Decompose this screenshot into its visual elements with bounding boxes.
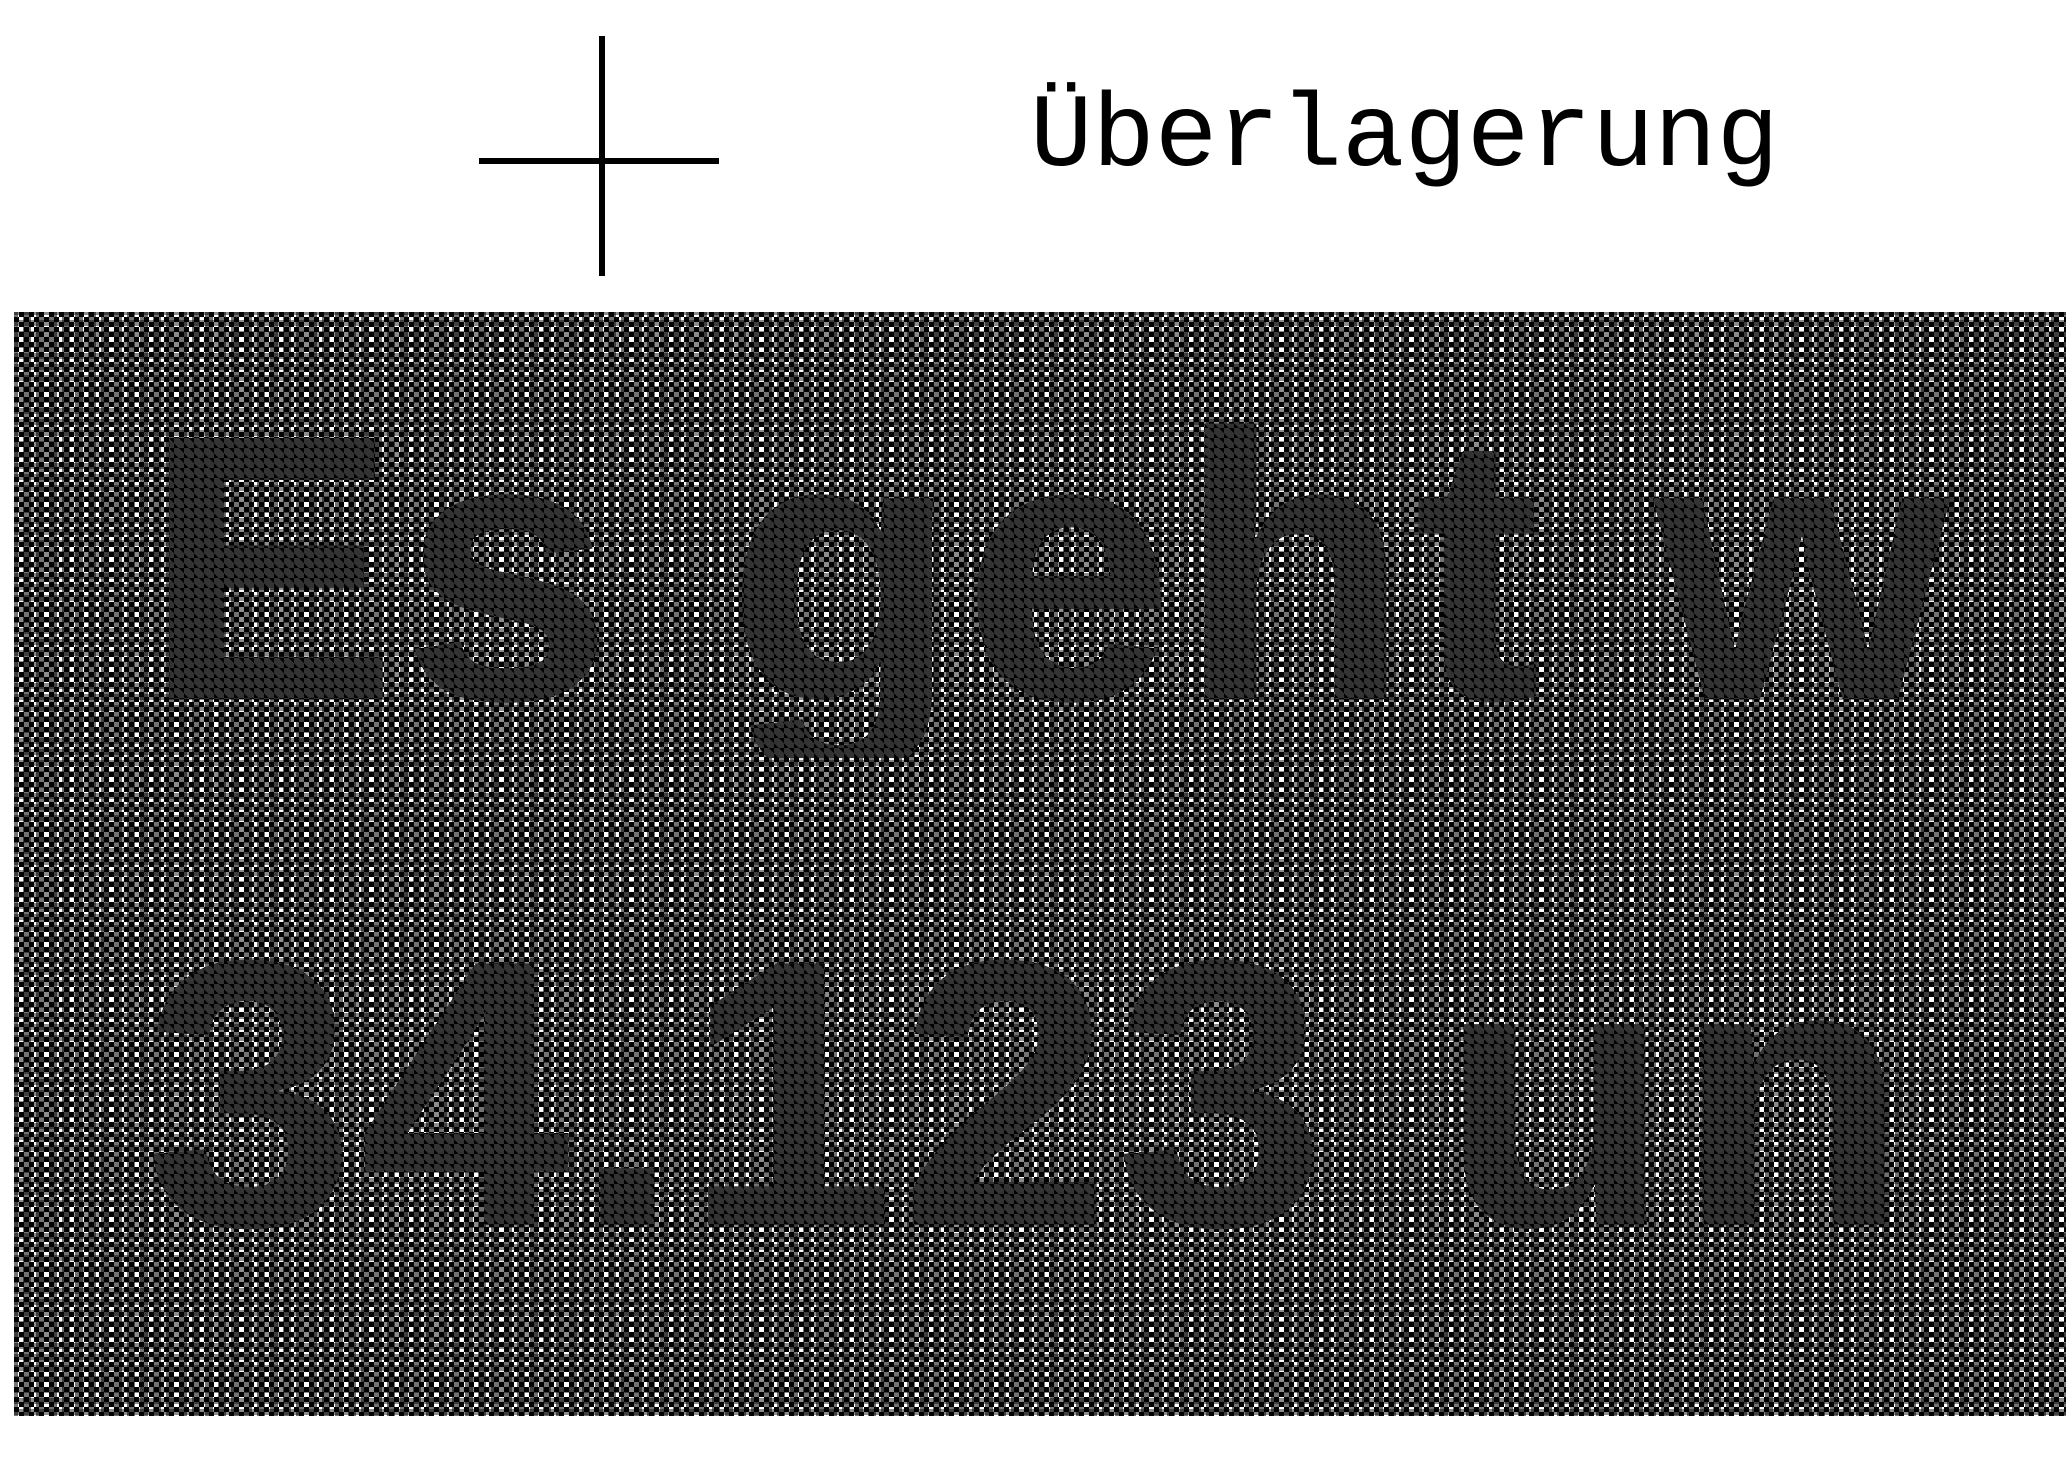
pattern-text-line-1: Es geht w <box>144 355 1954 780</box>
crosshair-icon <box>479 36 719 276</box>
noise-pattern-panel: Es geht w 34.123 un <box>14 312 2066 1416</box>
pattern-text-line-2: 34.123 un <box>144 881 1913 1306</box>
crosshair-vertical-bar <box>599 36 605 276</box>
heading-label: Überlagerung <box>1030 79 1779 197</box>
